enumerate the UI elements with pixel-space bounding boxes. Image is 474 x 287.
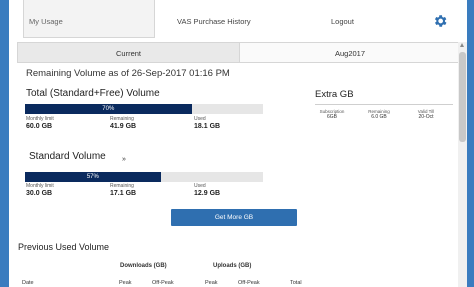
standard-volume-bar-fill: 57%: [25, 172, 161, 182]
column-header-date: Date: [22, 280, 34, 286]
extra-gb-title: Extra GB: [315, 89, 354, 100]
vertical-scrollbar[interactable]: [458, 42, 467, 287]
column-header-total: Total: [290, 280, 302, 286]
total-monthly-limit: Monthly limit 60.0 GB: [26, 116, 54, 131]
stat-value: 60.0 GB: [26, 123, 53, 130]
cursor-mark: »: [122, 156, 126, 163]
usage-panel: My Usage VAS Purchase History Logout Cur…: [9, 0, 467, 287]
scrollbar-thumb[interactable]: [459, 52, 466, 142]
downloads-header: Downloads (GB): [120, 263, 167, 269]
total-volume-bar: 70%: [25, 104, 263, 114]
stat-value: 6GB: [326, 114, 337, 120]
standard-monthly-limit: Monthly limit 30.0 GB: [26, 183, 54, 198]
total-volume-bar-fill: 70%: [25, 104, 192, 114]
remaining-volume-title: Remaining Volume as of 26-Sep-2017 01:16…: [26, 68, 230, 79]
extra-gb-divider: [315, 104, 453, 105]
total-volume-title: Total (Standard+Free) Volume: [26, 88, 160, 99]
total-used: Used 18.1 GB: [194, 116, 220, 131]
background-left: [0, 0, 9, 287]
top-navigation: My Usage VAS Purchase History Logout: [9, 0, 467, 42]
nav-logout[interactable]: Logout: [331, 0, 371, 38]
stat-value: 12.9 GB: [194, 190, 221, 197]
column-header-upload-offpeak: Off-Peak: [238, 280, 260, 286]
nav-my-usage[interactable]: My Usage: [23, 0, 155, 38]
stat-value: 17.1 GB: [110, 190, 137, 197]
standard-volume-bar: 57%: [25, 172, 263, 182]
previous-used-volume-title: Previous Used Volume: [18, 242, 110, 252]
extra-subscription: Subscription 6GB: [315, 109, 349, 120]
period-tabs: Current Aug2017: [17, 42, 461, 63]
tab-aug2017[interactable]: Aug2017: [240, 43, 460, 62]
extra-valid-till: Valid Till 20-Oct: [409, 109, 443, 120]
stat-value: 18.1 GB: [194, 123, 221, 130]
tab-current[interactable]: Current: [18, 43, 240, 62]
extra-remaining: Remaining 6.0 GB: [362, 109, 396, 120]
column-header-download-offpeak: Off-Peak: [152, 280, 174, 286]
standard-remaining: Remaining 17.1 GB: [110, 183, 136, 198]
column-header-download-peak: Peak: [119, 280, 132, 286]
scroll-up-arrow-icon[interactable]: [460, 43, 464, 47]
stat-value: 6.0 GB: [371, 114, 387, 120]
standard-used: Used 12.9 GB: [194, 183, 220, 198]
stat-value: 20-Oct: [418, 114, 434, 120]
stat-value: 41.9 GB: [110, 123, 137, 130]
get-more-gb-button[interactable]: Get More GB: [171, 209, 297, 226]
gear-icon[interactable]: [432, 13, 448, 29]
total-remaining: Remaining 41.9 GB: [110, 116, 136, 131]
column-header-upload-peak: Peak: [205, 280, 218, 286]
nav-vas-purchase-history[interactable]: VAS Purchase History: [177, 0, 317, 38]
stat-value: 30.0 GB: [26, 190, 53, 197]
background-right: [467, 0, 474, 287]
uploads-header: Uploads (GB): [213, 263, 252, 269]
standard-volume-title: Standard Volume: [29, 151, 106, 162]
